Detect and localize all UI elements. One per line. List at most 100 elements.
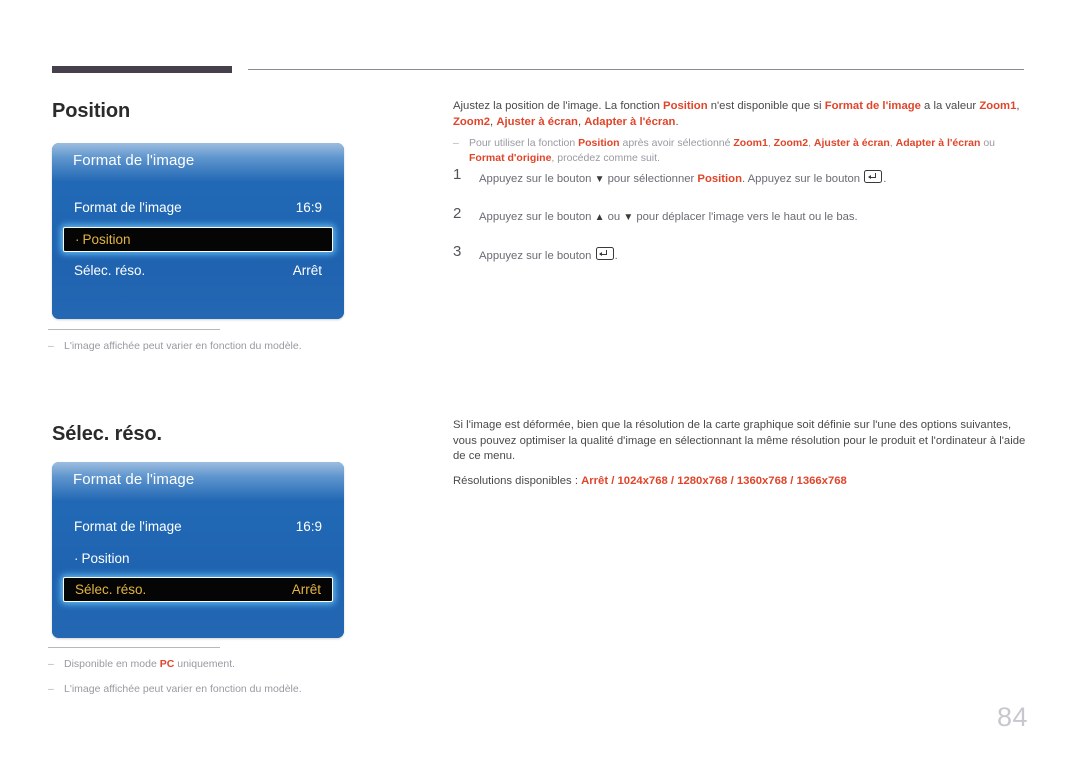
available-resolutions-line: Résolutions disponibles : Arrêt / 1024x7… [453,474,1026,490]
description-paragraph: Ajustez la position de l'image. La fonct… [453,99,1026,130]
para-highlight: Ajuster à écran [496,115,578,128]
enter-button-icon [864,170,883,183]
subnote-highlight: Adapter à l'écran [895,137,981,149]
subnote-highlight: Zoom1 [733,137,768,149]
osd-row-value: Arrêt [291,582,321,597]
subnote-dash-icon: – [453,137,459,149]
osd-row-format-de-limage[interactable]: Format de l'image 16:9 [52,514,344,538]
osd-row-selec-reso[interactable]: Sélec. réso. Arrêt [52,258,344,282]
footnote-highlight: PC [159,658,175,670]
osd-title: Format de l'image [73,471,195,488]
arrow-down-icon: ▼ [623,212,634,223]
manual-page: Position Format de l'image Format de l'i… [0,0,1080,763]
osd-header: Format de l'image [52,143,344,183]
resolutions-values: Arrêt / 1024x768 / 1280x768 / 1360x768 /… [581,474,847,487]
osd-header: Format de l'image [52,462,344,502]
footnote-rule [48,329,220,330]
para-highlight: Zoom1 [979,100,1017,112]
footnote-item: – L'image affichée peut varier en fonctio… [48,339,468,354]
procedure-steps: 1 Appuyez sur le bouton ▼ pour sélectionn… [453,166,1026,285]
footnote-text: L'image affichée peut varier en fonction… [64,340,302,352]
enter-button-icon [595,247,614,260]
para-highlight: Adapter à l'écran [584,115,676,128]
header-rule [52,66,1024,74]
osd-row-label: · Position [75,232,131,247]
footnotes-selec-reso: – Disponible en mode PC uniquement. – L'im… [48,647,468,704]
arrow-down-icon: ▼ [594,174,605,185]
subnote-highlight: Position [578,137,620,149]
step-number: 1 [453,166,462,183]
footnote-rule [48,647,220,648]
description-subnote: – Pour utiliser la fonction Position aprè… [453,136,1026,166]
osd-row-label: Format de l'image [74,199,182,215]
osd-row-value: 16:9 [295,199,322,215]
osd-row-value: 16:9 [295,518,322,534]
footnote-text: L'image affichée peut varier en fonction… [64,683,302,695]
osd-row-position[interactable]: · Position [63,227,333,252]
subnote-highlight: Zoom2 [773,137,809,149]
footnote-text: Disponible en mode [64,658,160,670]
para-text: a la valeur [920,100,980,112]
osd-row-label-text: Position [82,232,131,247]
step-item: 3 Appuyez sur le bouton . [453,243,1026,264]
footnote-dash-icon: – [48,658,54,670]
osd-row-selec-reso[interactable]: Sélec. réso. Arrêt [63,577,333,602]
para-highlight: Format de l'image [824,100,921,112]
step-number: 3 [453,243,462,260]
footnotes-position: – L'image affichée peut varier en fonctio… [48,329,468,361]
step-text: pour déplacer l'image vers le haut ou le… [633,211,858,223]
step-text: Appuyez sur le bouton [479,211,595,223]
section-title-position: Position [52,100,131,122]
page-number: 84 [996,702,1028,732]
osd-title: Format de l'image [73,152,195,169]
footnote-item: – L'image affichée peut varier en fonctio… [48,682,468,697]
step-highlight: Position [697,173,742,185]
osd-row-label: Sélec. réso. [75,582,147,597]
subnote-text: après avoir sélectionné [619,137,734,149]
footnote-text: uniquement. [174,658,236,670]
subnote-text: ou [980,137,996,149]
osd-menu-selec-reso[interactable]: Format de l'image Format de l'image 16:9… [52,462,344,638]
footnote-dash-icon: – [48,683,54,695]
step-number: 2 [453,205,462,222]
para-text: . [675,115,679,128]
footnote-item: – Disponible en mode PC uniquement. [48,657,468,672]
para-text: n'est disponible que si [707,100,825,112]
subnote-highlight: Format d'origine [469,152,552,164]
subnote-highlight: Ajuster à écran [813,137,890,149]
para-highlight: Zoom2 [453,115,491,128]
step-text: . [883,173,887,185]
resolutions-label: Résolutions disponibles : [453,474,582,487]
arrow-up-icon: ▲ [594,212,605,223]
osd-menu-position[interactable]: Format de l'image Format de l'image 16:9… [52,143,344,319]
osd-body: Format de l'image 16:9 · Position Sélec. … [52,502,344,638]
footnote-dash-icon: – [48,340,54,352]
subnote-text: , procédez comme suit. [551,152,660,164]
step-text: ou [604,211,624,223]
osd-row-format-de-limage[interactable]: Format de l'image 16:9 [52,195,344,219]
para-text: Ajustez la position de l'image. La fonct… [453,100,664,112]
header-rule-thin [248,69,1024,70]
step-text: . [614,250,618,262]
description-selec-reso: Si l'image est déformée, bien que la rés… [453,418,1026,492]
step-text: Appuyez sur le bouton [479,250,595,262]
header-rule-thick [52,66,232,73]
para-text: , [1016,100,1020,112]
osd-row-label-text: Position [81,550,130,566]
step-text: pour sélectionner [604,173,698,185]
subnote-text: Pour utiliser la fonction [469,137,579,149]
para-highlight: Position [663,100,708,112]
osd-body: Format de l'image 16:9 · Position Sélec. … [52,183,344,319]
section-title-selec-reso: Sélec. réso. [52,423,162,445]
osd-row-position[interactable]: · Position [52,546,344,570]
submenu-dot-icon: · [75,232,80,247]
osd-row-label: Format de l'image [74,518,182,534]
step-text: Appuyez sur le bouton [479,173,595,185]
submenu-dot-icon: · [74,550,79,566]
osd-row-label: · Position [74,551,130,566]
description-paragraph: Si l'image est déformée, bien que la rés… [453,419,1026,462]
description-position: Ajustez la position de l'image. La fonct… [453,99,1026,166]
osd-row-label: Sélec. réso. [74,262,146,278]
step-item: 1 Appuyez sur le bouton ▼ pour sélectionn… [453,166,1026,188]
step-text: . Appuyez sur le bouton [741,173,864,185]
